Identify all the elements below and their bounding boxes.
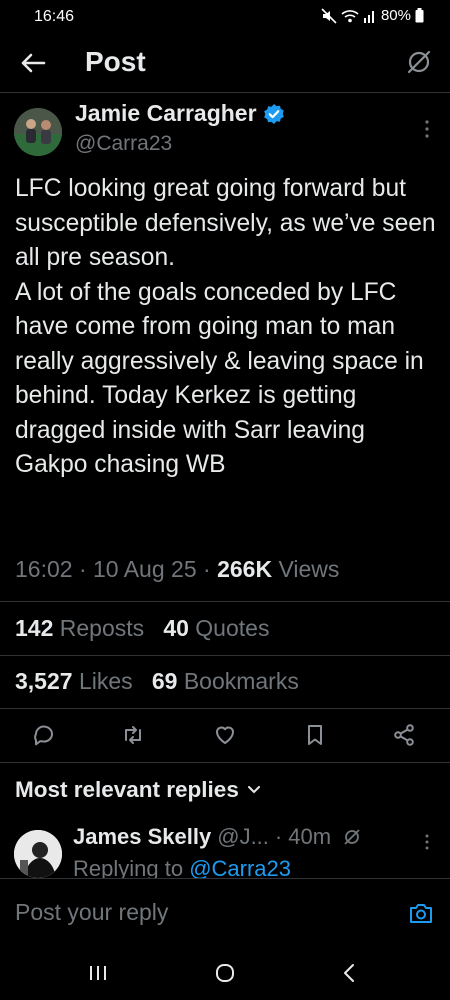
actions-divider [0, 762, 450, 763]
meta-divider [0, 601, 450, 602]
stats-divider [0, 655, 450, 656]
verified-badge-icon [263, 103, 284, 124]
reposts-label: Reposts [59, 615, 145, 641]
action-bar [0, 714, 450, 756]
reply-input[interactable]: Post your reply [15, 899, 168, 926]
bookmarks-label: Bookmarks [183, 668, 299, 694]
replying-to-prefix: Replying to [73, 856, 184, 878]
likes-stat[interactable]: 3,527 Likes [15, 668, 133, 694]
author-name[interactable]: Jamie Carragher [75, 100, 257, 127]
likes-label: Likes [78, 668, 133, 694]
system-back-icon[interactable] [338, 962, 362, 984]
author-handle[interactable]: @Carra23 [75, 132, 172, 156]
likes-bookmarks-row: 3,527 Likes 69 Bookmarks [15, 668, 299, 695]
views-count: 266K [217, 556, 273, 582]
meta-separator: · [78, 556, 94, 582]
bookmark-icon[interactable] [302, 722, 328, 748]
recent-apps-icon[interactable] [86, 962, 110, 984]
bookmarks-count: 69 [151, 668, 178, 694]
post-date: 10 Aug 25 [93, 556, 197, 582]
battery-icon [415, 8, 424, 23]
header-divider [0, 92, 450, 93]
grok-icon[interactable] [343, 828, 361, 846]
grok-icon[interactable] [406, 49, 432, 75]
reply-list: James Skelly @J... · 40m Replying to @Ca… [0, 818, 450, 878]
stats-divider-2 [0, 708, 450, 709]
bookmarks-stat[interactable]: 69 Bookmarks [152, 668, 299, 694]
views-label: Views [278, 556, 340, 582]
reply-avatar-photo [14, 830, 62, 878]
reply-avatar[interactable] [14, 830, 62, 878]
avatar-photo [14, 108, 62, 156]
camera-icon[interactable] [408, 901, 434, 925]
reply-header[interactable]: James Skelly @J... · 40m [73, 824, 361, 850]
status-icons: 80% [321, 7, 424, 24]
quotes-label: Quotes [195, 615, 270, 641]
status-time: 16:46 [34, 8, 75, 25]
reply-author-name[interactable]: James Skelly [73, 824, 211, 850]
share-icon[interactable] [391, 722, 417, 748]
signal-icon [363, 10, 374, 23]
reply-separator: · [274, 824, 283, 849]
repost-icon[interactable] [120, 722, 146, 748]
wifi-icon [341, 9, 359, 22]
replies-sort-dropdown[interactable]: Most relevant replies [15, 777, 261, 803]
post-text: LFC looking great going forward but susc… [15, 175, 436, 478]
replying-to-line: Replying to @Carra23 [73, 856, 291, 878]
status-bar: 16:46 80% [0, 0, 450, 34]
reply-icon[interactable] [31, 722, 57, 748]
top-app-bar: Post [0, 34, 450, 92]
home-icon[interactable] [213, 962, 237, 984]
like-icon[interactable] [212, 722, 238, 748]
chevron-down-icon [247, 786, 260, 794]
page-title: Post [85, 46, 146, 77]
meta-separator: · [203, 556, 218, 582]
battery-percent: 80% [380, 7, 411, 24]
back-arrow-icon[interactable] [18, 48, 48, 78]
reply-more-options-icon[interactable] [422, 832, 432, 852]
author-name-row[interactable]: Jamie Carragher [75, 100, 285, 127]
post-meta: 16:02 · 10 Aug 25 · 266K Views [15, 556, 339, 583]
likes-count: 3,527 [15, 668, 73, 694]
quotes-stat[interactable]: 40 Quotes [163, 615, 269, 641]
replying-to-handle[interactable]: @Carra23 [189, 856, 291, 878]
reply-composer: Post your reply [0, 878, 450, 946]
more-options-icon[interactable] [422, 118, 432, 140]
mute-icon [321, 7, 337, 24]
system-nav-bar [0, 946, 450, 1000]
author-avatar[interactable] [14, 108, 62, 156]
reply-author-handle[interactable]: @J... [217, 824, 269, 850]
reposts-count: 142 [15, 615, 54, 641]
reposts-quotes-row: 142 Reposts 40 Quotes [15, 615, 269, 642]
post-time: 16:02 [15, 556, 73, 582]
reposts-stat[interactable]: 142 Reposts [15, 615, 144, 641]
replies-sort-label: Most relevant replies [15, 777, 239, 802]
reply-age: 40m [288, 824, 332, 849]
quotes-count: 40 [163, 615, 189, 641]
